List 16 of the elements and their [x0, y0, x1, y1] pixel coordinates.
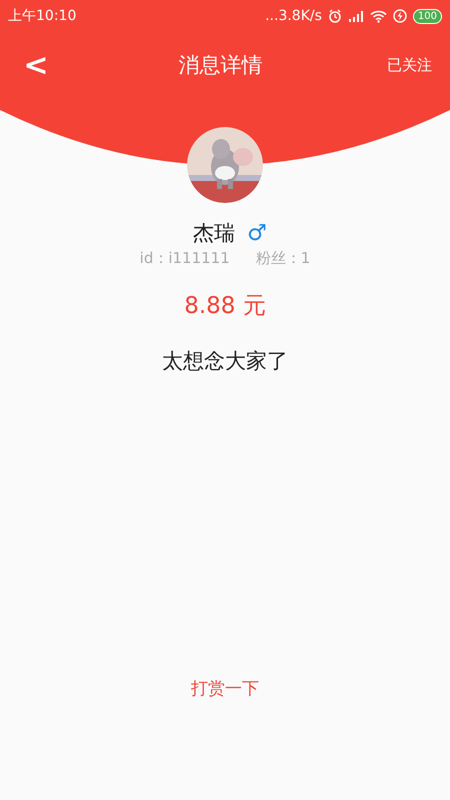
gender-icon: ♂: [247, 220, 267, 246]
network-speed: ...3.8K/s: [265, 8, 322, 24]
page-title: 消息详情: [178, 52, 262, 79]
fans-count: 粉丝：1: [256, 249, 310, 268]
amount: 8.88 元: [184, 292, 266, 321]
wifi-icon: [370, 10, 387, 22]
user-name: 杰瑞: [193, 220, 236, 247]
signal-icon: [348, 10, 364, 22]
back-button[interactable]: <: [18, 48, 54, 82]
user-id: id：i111111: [140, 249, 230, 268]
message-text: 太想念大家了: [162, 348, 288, 375]
follow-button[interactable]: 已关注: [387, 56, 432, 74]
charging-icon: [392, 9, 407, 23]
reward-button[interactable]: 打赏一下: [191, 677, 259, 700]
status-time: 上午10:10: [8, 7, 76, 25]
alarm-icon: [328, 9, 342, 23]
